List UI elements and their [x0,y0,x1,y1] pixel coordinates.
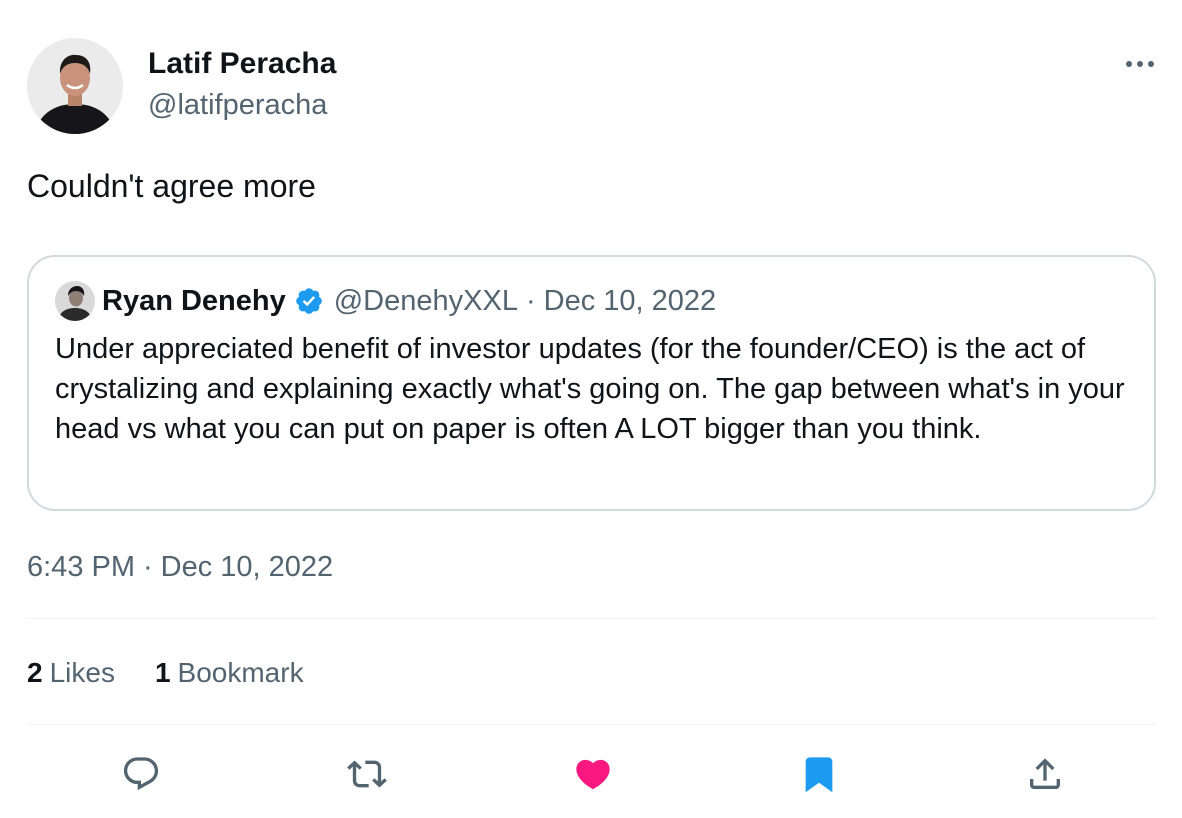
quote-author-handle[interactable]: @DenehyXXL [334,285,518,318]
retweet-button[interactable] [345,752,389,796]
more-horizontal-icon [1126,61,1154,67]
share-button[interactable] [1023,752,1067,796]
author-avatar[interactable] [27,38,123,134]
like-button[interactable] [571,752,615,796]
quote-text: Under appreciated benefit of investor up… [55,333,1125,445]
more-options-button[interactable] [1120,50,1160,78]
quote-author-avatar [55,281,95,321]
bookmark-button[interactable] [797,752,841,796]
divider [27,618,1156,619]
tweet-text: Couldn't agree more [27,168,316,204]
author-avatar-image [27,38,123,134]
quote-avatar-image [55,281,95,321]
likes-label: Likes [49,657,115,688]
heart-icon [576,759,610,790]
quote-separator: · [525,284,536,317]
likes-stat[interactable]: 2 Likes [27,654,115,692]
tweet-date: Dec 10, 2022 [160,551,334,583]
author-handle[interactable]: @latifperacha [148,87,327,123]
engagement-stats: 2 Likes 1 Bookmark [27,654,344,692]
reply-icon [123,757,159,791]
quote-header: Ryan Denehy @DenehyXXL · Dec 10, 2022 [102,281,716,321]
tweet-timestamp[interactable]: 6:43 PM · Dec 10, 2022 [27,548,333,586]
timestamp-separator: · [143,551,153,583]
quote-author-name[interactable]: Ryan Denehy [102,285,286,318]
reply-button[interactable] [119,752,163,796]
share-icon [1030,758,1060,789]
likes-count: 2 [27,657,43,688]
bookmark-icon [805,757,833,793]
quote-date[interactable]: Dec 10, 2022 [544,285,717,318]
tweet-time: 6:43 PM [27,551,135,583]
bookmarks-stat[interactable]: 1 Bookmark [155,654,304,692]
retweet-icon [347,760,387,788]
bookmarks-label: Bookmark [177,657,304,688]
quoted-tweet-card[interactable]: Ryan Denehy @DenehyXXL · Dec 10, 2022 Un… [27,255,1156,511]
divider [27,724,1156,725]
bookmarks-count: 1 [154,657,171,688]
verified-badge-icon [294,286,324,316]
author-name[interactable]: Latif Peracha [148,46,336,82]
